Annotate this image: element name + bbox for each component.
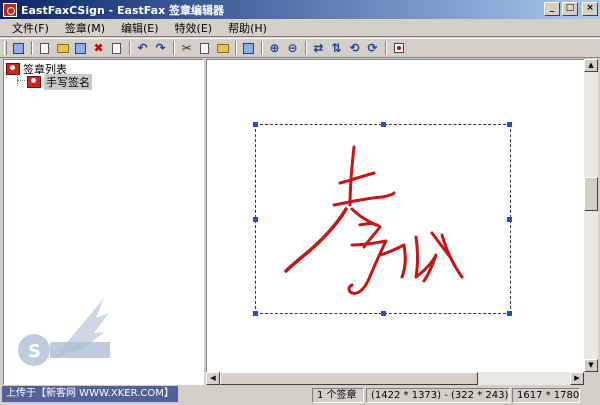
scrollbar-corner — [584, 372, 598, 385]
toolbar-separator — [261, 41, 263, 55]
resize-handle-s[interactable] — [381, 311, 386, 316]
paste-icon[interactable] — [214, 40, 231, 57]
tree-connector — [17, 80, 25, 81]
resize-handle-sw[interactable] — [253, 311, 258, 316]
menu-edit[interactable]: 编辑(E) — [113, 20, 167, 36]
copy-icon[interactable] — [196, 40, 213, 57]
status-size: 1617 * 1780 — [512, 388, 580, 403]
menu-file[interactable]: 文件(F) — [4, 20, 57, 36]
watermark-logo: S — [18, 298, 110, 366]
fit-icon[interactable] — [240, 40, 257, 57]
scroll-up-icon[interactable]: ▲ — [584, 59, 598, 72]
rotate-left-icon[interactable]: ⟲ — [346, 40, 363, 57]
resize-handle-w[interactable] — [253, 217, 258, 222]
status-coordinates: (1422 * 1373) - (322 * 243) — [366, 388, 510, 403]
open-stamp-icon[interactable] — [54, 40, 71, 57]
scroll-left-icon[interactable]: ◀ — [206, 372, 220, 385]
save-icon[interactable] — [10, 40, 27, 57]
watermark-upload-text: 上传于【新客网 WWW.XKER.COM】 — [2, 386, 178, 402]
svg-text:S: S — [28, 341, 41, 362]
signature-canvas[interactable] — [206, 59, 584, 372]
menu-stamp[interactable]: 签章(M) — [57, 20, 113, 36]
horizontal-scrollbar[interactable]: ◀ ▶ — [206, 372, 584, 385]
redo-icon[interactable]: ↷ — [152, 40, 169, 57]
properties-icon[interactable] — [108, 40, 125, 57]
tree-item-label: 手写签名 — [44, 74, 92, 90]
menu-effects[interactable]: 特效(E) — [167, 20, 221, 36]
stamp-icon — [27, 76, 41, 88]
selection-box[interactable] — [253, 122, 512, 316]
toolbar: ✖ ↶ ↷ ✂ ⊕ ⊖ ⇄ ⇅ ⟲ ⟳ — [0, 38, 600, 58]
new-stamp-icon[interactable] — [36, 40, 53, 57]
toolbar-separator — [31, 41, 33, 55]
scroll-down-icon[interactable]: ▼ — [584, 359, 598, 372]
minimize-button[interactable]: _ — [544, 2, 560, 16]
handwritten-signature[interactable] — [256, 125, 512, 315]
resize-handle-ne[interactable] — [507, 122, 512, 127]
horizontal-scroll-thumb[interactable] — [220, 372, 478, 385]
zoom-in-icon[interactable]: ⊕ — [266, 40, 283, 57]
resize-handle-se[interactable] — [507, 311, 512, 316]
zoom-out-icon[interactable]: ⊖ — [284, 40, 301, 57]
resize-handle-n[interactable] — [381, 122, 386, 127]
resize-handle-nw[interactable] — [253, 122, 258, 127]
cut-icon[interactable]: ✂ — [178, 40, 195, 57]
maximize-button[interactable]: □ — [562, 2, 578, 16]
toolbar-separator — [129, 41, 131, 55]
window-title: EastFaxCSign - EastFax 签章编辑器 — [21, 3, 224, 17]
edit-stamp-icon[interactable] — [72, 40, 89, 57]
resize-handle-e[interactable] — [507, 217, 512, 222]
app-icon — [3, 2, 17, 17]
red-stamp-icon[interactable] — [390, 40, 407, 57]
undo-icon[interactable]: ↶ — [134, 40, 151, 57]
scroll-right-icon[interactable]: ▶ — [570, 372, 584, 385]
menu-bar: 文件(F) 签章(M) 编辑(E) 特效(E) 帮助(H) — [0, 19, 600, 37]
toolbar-separator — [305, 41, 307, 55]
toolbar-separator — [173, 41, 175, 55]
close-button[interactable]: × — [582, 2, 598, 16]
flip-horizontal-icon[interactable]: ⇄ — [310, 40, 327, 57]
window-controls: _ □ × — [544, 2, 598, 16]
rotate-right-icon[interactable]: ⟳ — [364, 40, 381, 57]
toolbar-grip[interactable] — [4, 41, 7, 55]
delete-icon[interactable]: ✖ — [90, 40, 107, 57]
vertical-scroll-thumb[interactable] — [584, 177, 598, 211]
toolbar-separator — [385, 41, 387, 55]
menu-help[interactable]: 帮助(H) — [220, 20, 275, 36]
title-bar: EastFaxCSign - EastFax 签章编辑器 _ □ × — [0, 0, 600, 19]
status-stamp-count: 1 个签章 — [312, 388, 364, 403]
toolbar-separator — [235, 41, 237, 55]
vertical-scrollbar[interactable]: ▲ ▼ — [584, 59, 598, 372]
tree-item-handwritten[interactable]: 手写签名 — [27, 74, 92, 90]
flip-vertical-icon[interactable]: ⇅ — [328, 40, 345, 57]
